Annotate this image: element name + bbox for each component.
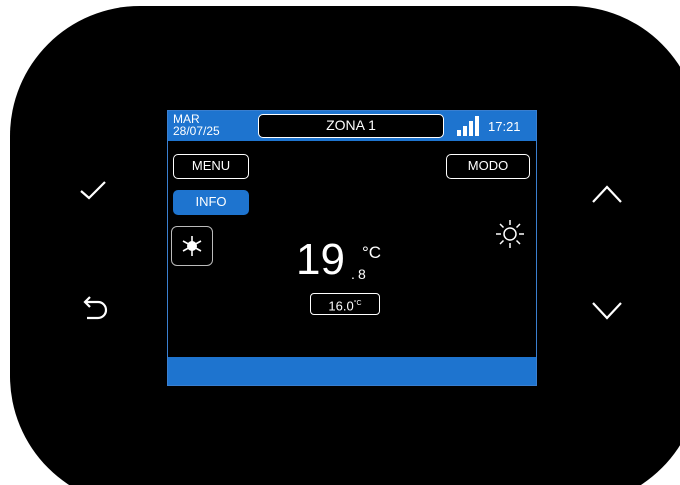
- status-bar: MAR 28/07/25 ZONA 1 17:21: [168, 111, 536, 141]
- mode-button[interactable]: MODO: [446, 154, 530, 179]
- date-display: MAR 28/07/25: [173, 113, 220, 137]
- setpoint-unit: °C: [353, 300, 362, 307]
- check-icon: [80, 181, 106, 200]
- setpoint-display[interactable]: 16.0°C: [310, 293, 380, 315]
- temperature-unit: °C: [362, 243, 382, 262]
- snowflake-sun-icon: [182, 236, 202, 256]
- back-button[interactable]: [70, 289, 116, 329]
- chevron-down-icon: [592, 302, 622, 320]
- info-button[interactable]: INFO: [173, 190, 249, 215]
- display-screen: MAR 28/07/25 ZONA 1 17:21 MENU INFO MODO: [167, 110, 537, 386]
- current-temperature: 19: [296, 235, 345, 284]
- date-label: 28/07/25: [173, 124, 220, 138]
- signal-bars-icon: [457, 116, 479, 136]
- mode-toggle[interactable]: [171, 226, 213, 266]
- down-button[interactable]: [584, 290, 630, 330]
- menu-button[interactable]: MENU: [173, 154, 249, 179]
- back-arrow-icon: [83, 296, 108, 320]
- setpoint-value: 16.0: [328, 298, 354, 314]
- up-button[interactable]: [584, 174, 630, 214]
- current-temperature-decimal: 8: [358, 266, 366, 282]
- sun-icon: [496, 220, 524, 248]
- clock: 17:21: [488, 119, 521, 134]
- bottom-bar: [168, 357, 536, 385]
- decimal-point: .: [351, 266, 355, 282]
- confirm-button[interactable]: [70, 170, 116, 210]
- chevron-up-icon: [592, 185, 622, 203]
- zone-selector[interactable]: ZONA 1: [258, 114, 444, 138]
